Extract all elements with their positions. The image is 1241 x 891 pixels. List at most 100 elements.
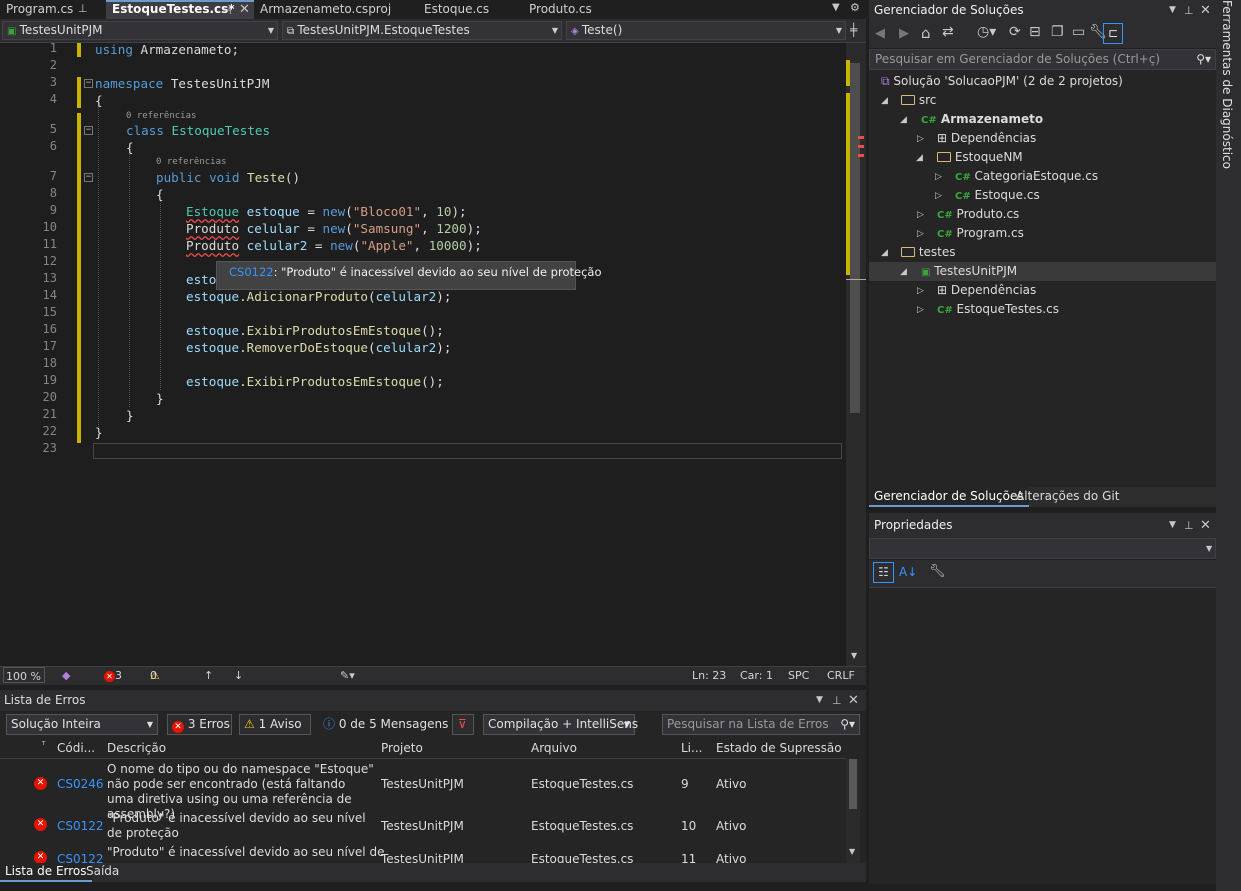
tree-item-estoquenm[interactable]: EstoqueNM xyxy=(937,148,1023,167)
column-indicator[interactable]: Car: 1 xyxy=(740,667,773,684)
editor-vertical-scrollbar[interactable]: ▼ xyxy=(846,43,866,666)
collapsed-arrow-icon[interactable]: ▷ xyxy=(935,172,942,182)
chevron-down-icon[interactable]: ▼ xyxy=(1169,513,1176,538)
intellicode-icon[interactable]: ◆ xyxy=(62,667,70,684)
whitespace-indicator[interactable]: SPC xyxy=(788,667,809,684)
pin-icon[interactable]: ⊥ xyxy=(78,0,88,18)
tab-estoquetestes[interactable]: EstoqueTestes.cs* ⊣ ✕ xyxy=(106,0,254,19)
fold-toggle[interactable]: − xyxy=(84,79,93,88)
chevron-down-icon[interactable]: ▼ xyxy=(1169,0,1176,21)
close-icon[interactable]: ✕ xyxy=(239,2,250,17)
close-icon[interactable]: ✕ xyxy=(1200,513,1211,538)
column-header-file[interactable]: Arquivo xyxy=(531,741,577,755)
scroll-down-icon[interactable]: ▼ xyxy=(849,847,855,856)
tab-error-list[interactable]: Lista de Erros xyxy=(0,863,92,882)
build-source-dropdown[interactable]: Compilação + IntelliSens ▼ xyxy=(483,714,638,735)
alphabetical-icon[interactable]: A↓ xyxy=(899,565,917,579)
split-icon[interactable]: ╪ xyxy=(850,23,857,37)
tab-output[interactable]: Saída xyxy=(86,863,119,880)
back-icon[interactable]: ◀ xyxy=(875,26,885,41)
chevron-down-icon[interactable]: ▼ xyxy=(816,690,823,711)
pin-icon[interactable]: ⊥ xyxy=(832,690,842,711)
tree-item-dependencias[interactable]: ⊞ Dependências xyxy=(937,129,1036,148)
forward-icon[interactable]: ▶ xyxy=(899,26,909,41)
tree-item-estoquetestes[interactable]: C# EstoqueTestes.cs xyxy=(937,300,1059,319)
brush-icon[interactable]: ✎▾ xyxy=(340,667,355,684)
column-header-code[interactable]: Códi... xyxy=(57,741,95,755)
open-file-icon[interactable]: ▭ xyxy=(1072,24,1085,40)
tab-dropdown-icon[interactable]: ▼ xyxy=(832,2,840,13)
collapsed-arrow-icon[interactable]: ▷ xyxy=(917,229,924,239)
preview-icon[interactable]: ⊏ xyxy=(1103,23,1123,44)
scroll-down-icon[interactable]: ▼ xyxy=(851,651,857,660)
pin-icon[interactable]: ⊥ xyxy=(1184,513,1194,538)
close-icon[interactable]: ✕ xyxy=(1200,0,1211,21)
member-dropdown[interactable]: ◈ Teste() ▼ xyxy=(566,21,846,40)
column-header-project[interactable]: Projeto xyxy=(381,741,423,755)
tab-estoque[interactable]: Estoque.cs xyxy=(418,0,522,19)
tab-program[interactable]: Program.cs ⊥ xyxy=(0,0,106,19)
messages-filter-button[interactable]: ⓘ 0 de 5 Mensagens xyxy=(318,714,448,735)
history-icon[interactable]: ◷▾ xyxy=(977,24,996,40)
code-editor[interactable]: 1 2 3 4 5 6 7 8 9 10 11 12 13 14 15 16 17 18 19 20 21 22 23 − … xyxy=(0,41,846,666)
column-header-description[interactable]: Descrição xyxy=(107,741,166,755)
error-count[interactable]: ✕ 3 xyxy=(104,667,122,684)
sort-icon[interactable]: ᵀ xyxy=(42,741,45,751)
tab-solution-explorer[interactable]: Gerenciador de Soluções xyxy=(869,487,1029,507)
tree-item-armazenameto[interactable]: C# Armazenameto xyxy=(921,110,1043,129)
categorized-icon[interactable]: ☷ xyxy=(873,562,894,583)
filter-icon[interactable]: ⊽ xyxy=(452,714,474,735)
expanded-arrow-icon[interactable]: ◢ xyxy=(916,153,923,163)
arrow-down-icon[interactable]: ↓ xyxy=(234,667,243,684)
error-list-scrollbar[interactable]: ▼ xyxy=(846,759,860,863)
tooltip-error-code[interactable]: CS0122 xyxy=(229,265,274,279)
column-header-line[interactable]: Li... xyxy=(681,741,702,755)
tree-item-program[interactable]: C# Program.cs xyxy=(937,224,1024,243)
pin-icon[interactable]: ⊣ xyxy=(222,3,232,18)
properties-object-dropdown[interactable]: ▼ xyxy=(869,538,1216,559)
collapsed-arrow-icon[interactable]: ▷ xyxy=(935,191,942,201)
tree-item-testesunitpjm[interactable]: ▣ TestesUnitPJM xyxy=(921,262,1017,281)
expanded-arrow-icon[interactable]: ◢ xyxy=(900,115,907,125)
project-dropdown[interactable]: ▣ TestesUnitPJM ▼ xyxy=(2,21,278,40)
scroll-thumb[interactable] xyxy=(849,759,857,809)
error-code-link[interactable]: CS0246 xyxy=(57,777,104,792)
pin-icon[interactable]: ⊥ xyxy=(1184,0,1194,21)
code-lens-references[interactable]: 0 referências xyxy=(156,157,226,167)
tree-item-testes[interactable]: testes xyxy=(901,243,956,262)
collapsed-arrow-icon[interactable]: ▷ xyxy=(917,305,924,315)
tree-item-estoque[interactable]: C# Estoque.cs xyxy=(955,186,1040,205)
error-code-link[interactable]: CS0122 xyxy=(57,852,104,863)
line-ending-indicator[interactable]: CRLF xyxy=(827,667,855,684)
error-code-link[interactable]: CS0122 xyxy=(57,819,104,834)
show-all-files-icon[interactable]: ❐ xyxy=(1051,24,1064,40)
close-icon[interactable]: ✕ xyxy=(848,690,859,711)
collapsed-arrow-icon[interactable]: ▷ xyxy=(917,134,924,144)
tree-item-dependencias-testes[interactable]: ⊞ Dependências xyxy=(937,281,1036,300)
error-search-input[interactable]: Pesquisar na Lista de Erros ⚲▾ xyxy=(662,714,860,735)
fold-toggle[interactable]: − xyxy=(84,126,93,135)
expanded-arrow-icon[interactable]: ◢ xyxy=(881,248,888,258)
scope-dropdown[interactable]: Solução Inteira ▼ xyxy=(6,714,158,735)
tab-produto[interactable]: Produto.cs xyxy=(523,0,623,19)
solution-search-input[interactable]: Pesquisar em Gerenciador de Soluções (Ct… xyxy=(869,49,1216,70)
diagnostic-tools-tab[interactable]: Ferramentas de Diagnóstico xyxy=(1220,0,1234,169)
collapsed-arrow-icon[interactable]: ▷ xyxy=(917,286,924,296)
arrow-up-icon[interactable]: ↑ xyxy=(204,667,213,684)
home-icon[interactable]: ⌂ xyxy=(921,24,931,42)
expanded-arrow-icon[interactable]: ◢ xyxy=(881,96,888,106)
line-indicator[interactable]: Ln: 23 xyxy=(692,667,726,684)
expanded-arrow-icon[interactable]: ◢ xyxy=(900,267,907,277)
warnings-filter-button[interactable]: ⚠ 1 Aviso xyxy=(239,714,311,735)
tree-item-produto[interactable]: C# Produto.cs xyxy=(937,205,1019,224)
errors-filter-button[interactable]: ✕ 3 Erros xyxy=(167,714,232,735)
gear-icon[interactable]: ⚙ xyxy=(850,1,860,14)
column-header-suppression[interactable]: Estado de Supressão xyxy=(716,741,842,755)
collapse-all-icon[interactable]: ⊟ xyxy=(1029,24,1041,40)
zoom-dropdown[interactable]: 100 % xyxy=(3,667,45,683)
property-pages-icon[interactable]: 🔧︎ xyxy=(929,564,946,579)
sync-icon[interactable]: ⟳ xyxy=(1009,24,1021,40)
tab-git-changes[interactable]: Alterações do Git xyxy=(1016,487,1119,505)
tree-item-categoriaestoque[interactable]: C# CategoriaEstoque.cs xyxy=(955,167,1098,186)
tab-armazenameto-csproj[interactable]: Armazenameto.csproj xyxy=(254,0,416,19)
